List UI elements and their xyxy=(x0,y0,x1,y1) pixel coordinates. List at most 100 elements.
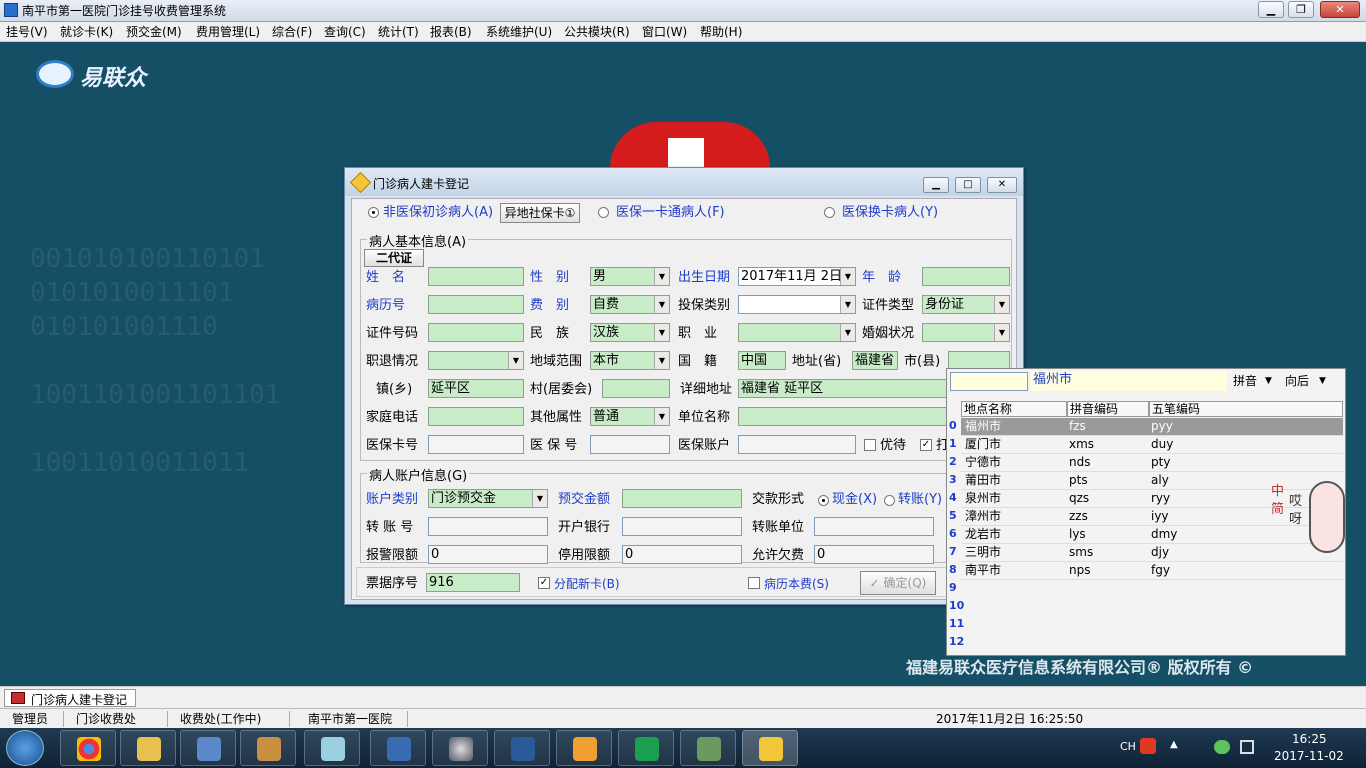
ime-indicator[interactable]: CH xyxy=(1120,740,1136,753)
basic-info-title: 病人基本信息(A) xyxy=(367,231,469,250)
name-input[interactable] xyxy=(428,267,524,286)
cert-no-input[interactable] xyxy=(428,323,524,342)
newcard-checkbox[interactable]: ✓ xyxy=(538,577,550,589)
retire-select[interactable]: ▼ xyxy=(428,351,524,370)
ok-button[interactable]: ✓ 确定(Q) xyxy=(860,571,936,595)
other-attr-select[interactable]: 普通 ▼ xyxy=(590,407,670,426)
marital-select[interactable]: ▼ xyxy=(922,323,1010,342)
dialog-minimize-button[interactable]: ▁ xyxy=(923,177,949,193)
owe-input[interactable]: 0 xyxy=(814,545,934,564)
phone-input[interactable] xyxy=(428,407,524,426)
menu-item-help[interactable]: 帮助(H) xyxy=(700,24,742,40)
age-input[interactable] xyxy=(922,267,1010,286)
nonins-radio[interactable] xyxy=(368,207,379,218)
dropdown-filter-input[interactable] xyxy=(950,372,1028,391)
dialog-maximize-button[interactable]: □ xyxy=(955,177,981,193)
cash-radio[interactable] xyxy=(818,495,829,506)
insno-input[interactable] xyxy=(590,435,670,454)
record-input[interactable] xyxy=(428,295,524,314)
print-checkbox[interactable]: ✓ xyxy=(920,439,932,451)
taskbar-app5[interactable] xyxy=(432,730,488,766)
taskbar-his-app[interactable] xyxy=(742,730,798,766)
direction-select[interactable]: 向后 xyxy=(1285,373,1309,389)
header-pinyin: 拼音编码 xyxy=(1067,401,1149,417)
transfer-unit-input[interactable] xyxy=(814,517,934,536)
menu-item-fees[interactable]: 费用管理(L) xyxy=(196,24,260,40)
region-select[interactable]: 本市 ▼ xyxy=(590,351,670,370)
mdi-tab[interactable]: 门诊病人建卡登记 xyxy=(4,689,136,707)
menu-item-maintenance[interactable]: 系统维护(U) xyxy=(486,24,552,40)
ethnic-select[interactable]: 汉族 ▼ xyxy=(590,323,670,342)
province-input[interactable]: 福建省 xyxy=(852,351,898,370)
transfer-radio[interactable] xyxy=(884,495,895,506)
gender-select[interactable]: 男 ▼ xyxy=(590,267,670,286)
close-button[interactable]: ✕ xyxy=(1320,1,1360,18)
taskbar-explorer[interactable] xyxy=(120,730,176,766)
menu-item-register[interactable]: 挂号(V) xyxy=(6,24,48,40)
acct-type-select[interactable]: 门诊预交金 ▼ xyxy=(428,489,548,508)
cert-type-select[interactable]: 身份证 ▼ xyxy=(922,295,1010,314)
onecard-radio[interactable] xyxy=(598,207,609,218)
taskbar-app9[interactable] xyxy=(680,730,736,766)
menu-item-prepay[interactable]: 预交金(M) xyxy=(126,24,182,40)
taskbar-app7[interactable] xyxy=(556,730,612,766)
recordfee-checkbox[interactable] xyxy=(748,577,760,589)
taskbar-app1[interactable] xyxy=(180,730,236,766)
receipt-input[interactable]: 916 xyxy=(426,573,520,592)
job-select[interactable]: ▼ xyxy=(738,323,856,342)
stop-input[interactable]: 0 xyxy=(622,545,742,564)
minimize-button[interactable]: ▁ xyxy=(1258,1,1284,18)
town-input[interactable]: 延平区 xyxy=(428,379,524,398)
clock-date[interactable]: 2017-11-02 xyxy=(1274,749,1344,763)
taskbar-app6[interactable] xyxy=(494,730,550,766)
dropdown-query[interactable]: 福州市 xyxy=(1031,371,1227,391)
menu-item-window[interactable]: 窗口(W) xyxy=(642,24,687,40)
direction-chevron-icon[interactable]: ▼ xyxy=(1319,373,1326,389)
birth-date-picker[interactable]: 2017年11月 2日 ▼ xyxy=(738,267,856,286)
list-item[interactable]: 厦门市 xms duy xyxy=(961,436,1343,454)
prepay-amount-input[interactable] xyxy=(622,489,742,508)
alarm-input[interactable]: 0 xyxy=(428,545,548,564)
nation-input[interactable]: 中国 xyxy=(738,351,786,370)
ins-type-select[interactable]: ▼ xyxy=(738,295,856,314)
taskbar-app4[interactable] xyxy=(370,730,426,766)
mode-chevron-icon[interactable]: ▼ xyxy=(1265,373,1272,389)
sql-icon xyxy=(511,737,535,761)
dialog-close-button[interactable]: ✕ xyxy=(987,177,1017,193)
start-button[interactable] xyxy=(6,730,44,766)
check-icon: ✓ xyxy=(869,576,880,590)
wechat-icon[interactable] xyxy=(1214,740,1230,754)
cardchange-radio[interactable] xyxy=(824,207,835,218)
insacct-input[interactable] xyxy=(738,435,856,454)
sogou-icon[interactable] xyxy=(1140,738,1156,754)
remote-card-button[interactable]: 异地社保卡① xyxy=(500,203,580,223)
medcard-input[interactable] xyxy=(428,435,524,454)
menu-item-stats[interactable]: 统计(T) xyxy=(378,24,419,40)
youdai-checkbox[interactable] xyxy=(864,439,876,451)
network-tray-icon[interactable] xyxy=(1240,740,1254,754)
ime-mascot-icon[interactable] xyxy=(1309,481,1345,553)
list-item[interactable]: 三明市 sms djy xyxy=(961,544,1343,562)
list-item[interactable]: 福州市 fzs pyy xyxy=(961,418,1343,436)
list-item[interactable]: 宁德市 nds pty xyxy=(961,454,1343,472)
village-input[interactable] xyxy=(602,379,670,398)
menu-item-reports[interactable]: 报表(B) xyxy=(430,24,472,40)
acct-no-input[interactable] xyxy=(428,517,548,536)
taskbar-app8[interactable] xyxy=(618,730,674,766)
restore-button[interactable]: ❐ xyxy=(1288,1,1314,18)
bank-input[interactable] xyxy=(622,517,742,536)
menu-item-general[interactable]: 综合(F) xyxy=(272,24,312,40)
menu-item-query[interactable]: 查询(C) xyxy=(324,24,366,40)
menu-item-public[interactable]: 公共模块(R) xyxy=(564,24,630,40)
list-item[interactable]: 南平市 nps fgy xyxy=(961,562,1343,580)
taskbar-app2[interactable] xyxy=(240,730,296,766)
clock-time[interactable]: 16:25 xyxy=(1292,732,1327,746)
tray-expand-icon[interactable]: ▲ xyxy=(1170,739,1178,750)
taskbar-app3[interactable] xyxy=(304,730,360,766)
fee-select[interactable]: 自费 ▼ xyxy=(590,295,670,314)
menu-item-card[interactable]: 就诊卡(K) xyxy=(60,24,113,40)
taskbar-chrome[interactable] xyxy=(60,730,116,766)
list-item[interactable]: 龙岩市 lys dmy xyxy=(961,526,1343,544)
id-card-button[interactable]: 二代证 xyxy=(364,249,424,267)
mode-select[interactable]: 拼音 xyxy=(1233,373,1257,389)
